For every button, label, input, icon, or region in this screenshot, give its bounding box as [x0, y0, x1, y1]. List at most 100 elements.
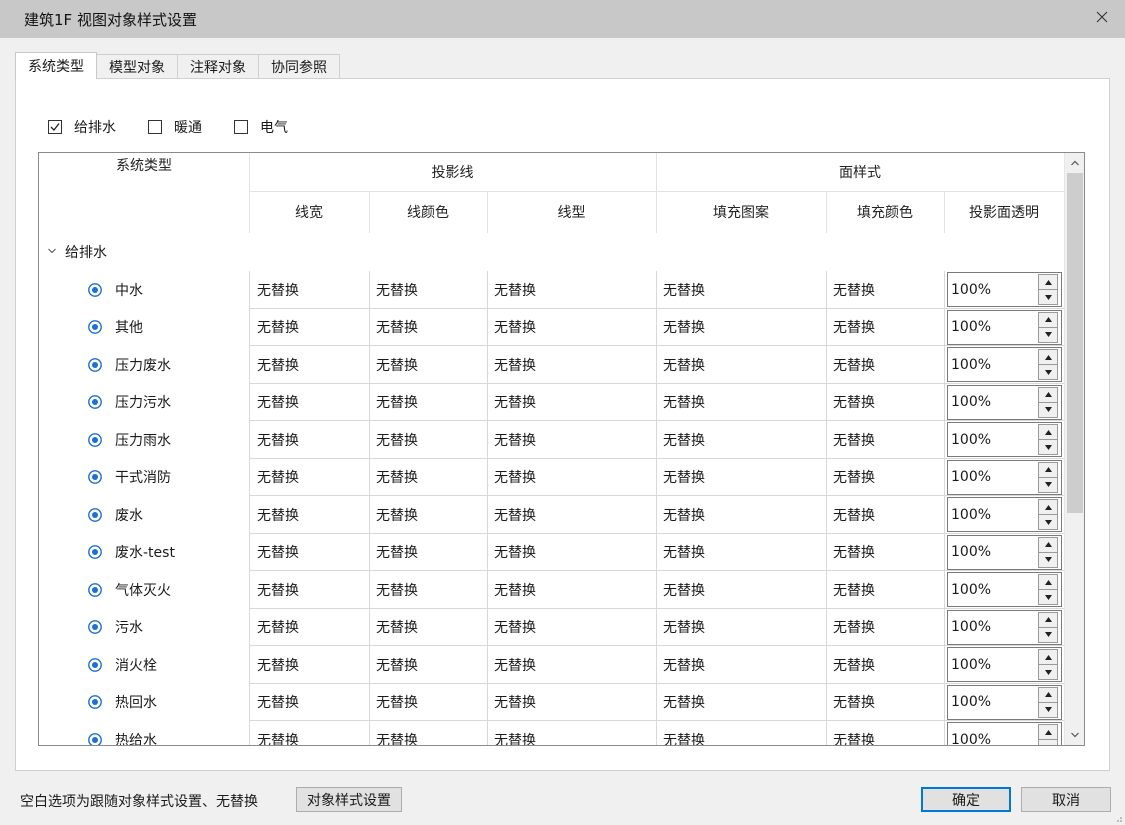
spinner-down-button[interactable] [1039, 326, 1057, 342]
header-fill-pattern[interactable]: 填充图案 [656, 191, 826, 233]
spinner-down-button[interactable] [1039, 514, 1057, 529]
cell-fill-color[interactable]: 无替换 [833, 271, 875, 309]
scroll-up-button[interactable] [1065, 153, 1084, 173]
spinner-up-button[interactable] [1039, 538, 1057, 552]
transparency-spinner[interactable]: 100% [947, 572, 1062, 607]
cell-fill-pattern[interactable]: 无替换 [663, 309, 705, 347]
cell-fill-color[interactable]: 无替换 [833, 496, 875, 534]
cell-fill-pattern[interactable]: 无替换 [663, 346, 705, 384]
cell-fill-color[interactable]: 无替换 [833, 609, 875, 647]
cell-line-color[interactable]: 无替换 [376, 646, 418, 684]
cell-line-width[interactable]: 无替换 [257, 384, 299, 422]
spinner-down-button[interactable] [1039, 664, 1057, 679]
spinner-down-button[interactable] [1039, 439, 1057, 454]
object-style-settings-button[interactable]: 对象样式设置 [296, 787, 402, 812]
table-row[interactable]: 干式消防 无替换 无替换 无替换 无替换 无替换 100% [39, 458, 1064, 497]
cell-fill-pattern[interactable]: 无替换 [663, 684, 705, 722]
table-row[interactable]: 其他 无替换 无替换 无替换 无替换 无替换 100% [39, 308, 1064, 347]
transparency-value[interactable]: 100% [948, 432, 1038, 448]
transparency-spinner[interactable]: 100% [947, 647, 1062, 682]
cell-line-type[interactable]: 无替换 [494, 534, 536, 572]
resize-grip-icon[interactable] [1113, 813, 1123, 823]
transparency-spinner[interactable]: 100% [947, 684, 1062, 720]
transparency-spinner[interactable]: 100% [947, 272, 1062, 307]
cell-fill-color[interactable]: 无替换 [833, 384, 875, 422]
cell-line-color[interactable]: 无替换 [376, 384, 418, 422]
cell-line-width[interactable]: 无替换 [257, 684, 299, 722]
cell-line-color[interactable]: 无替换 [376, 571, 418, 609]
cell-fill-pattern[interactable]: 无替换 [663, 571, 705, 609]
transparency-value[interactable]: 100% [948, 544, 1038, 560]
cell-line-type[interactable]: 无替换 [494, 609, 536, 647]
header-line-width[interactable]: 线宽 [249, 191, 369, 233]
close-button[interactable] [1079, 0, 1125, 38]
spinner-up-button[interactable] [1039, 463, 1057, 477]
filter-plumbing[interactable]: 给排水 [48, 117, 116, 137]
eye-icon[interactable] [87, 282, 103, 298]
filter-hvac[interactable]: 暖通 [148, 117, 202, 137]
spinner-up-button[interactable] [1039, 275, 1057, 289]
cell-line-color[interactable]: 无替换 [376, 271, 418, 309]
spinner-up-button[interactable] [1039, 425, 1057, 439]
cell-line-type[interactable]: 无替换 [494, 271, 536, 309]
transparency-value[interactable]: 100% [948, 282, 1038, 298]
header-line-color[interactable]: 线颜色 [369, 191, 487, 233]
spinner-down-button[interactable] [1039, 401, 1057, 417]
transparency-spinner[interactable]: 100% [947, 384, 1062, 420]
scroll-thumb[interactable] [1067, 173, 1083, 513]
checkbox-plumbing[interactable] [48, 120, 62, 134]
cell-line-type[interactable]: 无替换 [494, 496, 536, 534]
transparency-value[interactable]: 100% [948, 507, 1038, 523]
eye-icon[interactable] [87, 694, 103, 710]
table-row[interactable]: 污水 无替换 无替换 无替换 无替换 无替换 100% [39, 608, 1064, 647]
cancel-button[interactable]: 取消 [1021, 787, 1111, 812]
transparency-spinner[interactable]: 100% [947, 497, 1062, 532]
spinner-down-button[interactable] [1039, 739, 1057, 745]
cell-line-width[interactable]: 无替换 [257, 346, 299, 384]
eye-icon[interactable] [87, 469, 103, 485]
transparency-spinner[interactable]: 100% [947, 722, 1062, 745]
spinner-up-button[interactable] [1039, 350, 1057, 364]
cell-line-width[interactable]: 无替换 [257, 721, 299, 745]
transparency-value[interactable]: 100% [948, 469, 1038, 485]
cell-line-color[interactable]: 无替换 [376, 496, 418, 534]
table-row[interactable]: 热回水 无替换 无替换 无替换 无替换 无替换 100% [39, 683, 1064, 722]
spinner-down-button[interactable] [1039, 551, 1057, 567]
transparency-value[interactable]: 100% [948, 582, 1038, 598]
transparency-spinner[interactable]: 100% [947, 459, 1062, 495]
eye-icon[interactable] [87, 732, 103, 745]
cell-fill-pattern[interactable]: 无替换 [663, 609, 705, 647]
eye-icon[interactable] [87, 357, 103, 373]
transparency-value[interactable]: 100% [948, 357, 1038, 373]
tab-annotation-objects[interactable]: 注释对象 [177, 54, 259, 79]
cell-fill-color[interactable]: 无替换 [833, 721, 875, 745]
transparency-spinner[interactable]: 100% [947, 309, 1062, 345]
transparency-value[interactable]: 100% [948, 619, 1038, 635]
tab-system-type[interactable]: 系统类型 [15, 52, 97, 79]
cell-line-width[interactable]: 无替换 [257, 646, 299, 684]
cell-line-type[interactable]: 无替换 [494, 421, 536, 459]
cell-fill-color[interactable]: 无替换 [833, 684, 875, 722]
spinner-down-button[interactable] [1039, 289, 1057, 304]
tab-collaboration-reference[interactable]: 协同参照 [258, 54, 340, 79]
cell-fill-color[interactable]: 无替换 [833, 459, 875, 497]
spinner-up-button[interactable] [1039, 313, 1057, 327]
cell-line-type[interactable]: 无替换 [494, 309, 536, 347]
cell-line-width[interactable]: 无替换 [257, 609, 299, 647]
cell-fill-pattern[interactable]: 无替换 [663, 271, 705, 309]
transparency-value[interactable]: 100% [948, 694, 1038, 710]
checkbox-hvac[interactable] [148, 120, 162, 134]
transparency-value[interactable]: 100% [948, 657, 1038, 673]
cell-fill-color[interactable]: 无替换 [833, 421, 875, 459]
chevron-down-icon[interactable] [47, 244, 57, 260]
spinner-down-button[interactable] [1039, 364, 1057, 379]
group-row-plumbing[interactable]: 给排水 [39, 233, 1064, 271]
scroll-down-button[interactable] [1065, 725, 1084, 745]
spinner-up-button[interactable] [1039, 575, 1057, 589]
spinner-down-button[interactable] [1039, 476, 1057, 492]
cell-line-color[interactable]: 无替换 [376, 309, 418, 347]
cell-line-type[interactable]: 无替换 [494, 646, 536, 684]
cell-fill-pattern[interactable]: 无替换 [663, 496, 705, 534]
transparency-value[interactable]: 100% [948, 394, 1038, 410]
cell-line-width[interactable]: 无替换 [257, 421, 299, 459]
